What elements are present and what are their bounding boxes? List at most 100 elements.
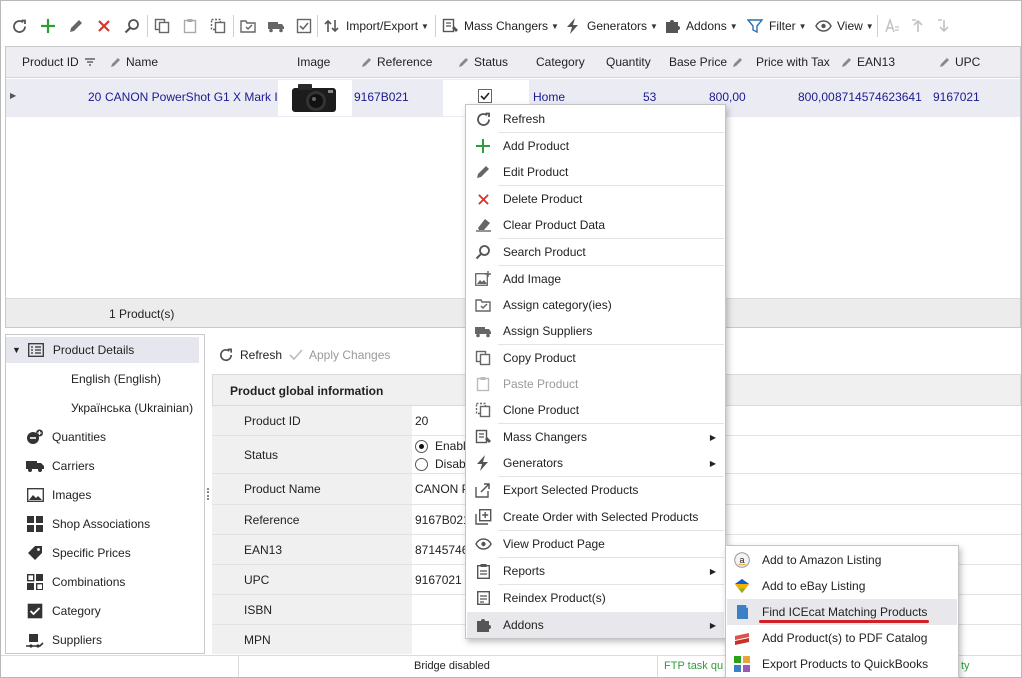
refresh-button[interactable] (10, 15, 28, 37)
menu-item-reports[interactable]: Reports ▶ (467, 558, 724, 584)
mass-changers-icon (441, 17, 459, 35)
tree-item-shop-associations[interactable]: Shop Associations (26, 511, 150, 537)
tree-item-specific-prices[interactable]: Specific Prices (26, 540, 131, 566)
menu-item-refresh[interactable]: Refresh (467, 106, 724, 132)
tree-label: English (English) (71, 372, 162, 386)
product-name-value[interactable]: CANON P (415, 474, 470, 504)
menu-item-addons[interactable]: Addons ▶ (467, 612, 724, 638)
menu-item-view-product-page[interactable]: View Product Page (467, 531, 724, 557)
font-size-button[interactable] (883, 15, 901, 37)
tree-label: Specific Prices (52, 546, 131, 560)
approve-button[interactable] (295, 15, 313, 37)
cell-upc[interactable]: 9167021 (933, 90, 980, 104)
apply-changes-button[interactable]: Apply Changes (289, 344, 390, 366)
column-header-name[interactable]: Name (110, 55, 158, 69)
cell-category[interactable]: Home (533, 90, 565, 104)
assign-category-button[interactable] (239, 15, 257, 37)
cell-base-price[interactable]: 800,00 (709, 90, 746, 104)
column-header-category[interactable]: Category (536, 55, 585, 69)
check-icon (480, 92, 490, 101)
menu-item-assign-suppliers[interactable]: Assign Suppliers (467, 318, 724, 344)
add-button[interactable] (39, 15, 57, 37)
submenu-item-ebay[interactable]: Add to eBay Listing (727, 573, 957, 599)
paste-button[interactable] (181, 15, 199, 37)
clone-button[interactable] (209, 15, 227, 37)
move-up-button[interactable] (909, 15, 927, 37)
menu-item-reindex[interactable]: Reindex Product(s) (467, 585, 724, 611)
cell-reference[interactable]: 9167B021 (354, 90, 409, 104)
cell-price-with-tax[interactable]: 800,00 (798, 90, 835, 104)
move-down-button[interactable] (935, 15, 953, 37)
column-header-reference[interactable]: Reference (361, 55, 432, 69)
menu-item-label: Addons (503, 618, 544, 632)
tree-item-ukrainian[interactable]: Українська (Ukrainian) (71, 395, 193, 421)
tree-item-product-details[interactable]: ▼ Product Details (6, 337, 199, 363)
submenu-item-amazon[interactable]: a Add to Amazon Listing (727, 547, 957, 573)
submenu-item-label: Export Products to QuickBooks (762, 657, 929, 671)
tree-item-suppliers[interactable]: Suppliers (26, 627, 102, 653)
submenu-item-pdf-catalog[interactable]: Add Product(s) to PDF Catalog (727, 625, 957, 651)
menu-item-add-image[interactable]: Add Image (467, 266, 724, 292)
puzzle-icon (663, 17, 681, 35)
cell-quantity[interactable]: 53 (643, 90, 656, 104)
menu-item-generators[interactable]: Generators ▶ (467, 450, 724, 476)
status-enabled-radio[interactable]: Enabl (415, 438, 466, 454)
cell-name[interactable]: CANON PowerShot G1 X Mark II (105, 90, 281, 104)
column-header-price-with-tax[interactable]: Price with Tax (756, 55, 830, 69)
submenu-item-quickbooks[interactable]: Export Products to QuickBooks (727, 651, 957, 677)
image-icon (26, 487, 44, 503)
tree-item-category[interactable]: Category (26, 598, 101, 624)
status-checkbox[interactable] (478, 89, 492, 103)
tree-item-carriers[interactable]: Carriers (26, 453, 95, 479)
menu-item-edit-product[interactable]: Edit Product (467, 159, 724, 185)
status-disabled-radio[interactable]: Disab (415, 456, 466, 472)
pencil-icon (940, 57, 949, 67)
tree-item-english[interactable]: English (English) (71, 366, 161, 392)
column-header-product-id[interactable]: Product ID (22, 55, 95, 69)
menu-item-copy-product[interactable]: Copy Product (467, 345, 724, 371)
menu-item-clear-product-data[interactable]: Clear Product Data (467, 212, 724, 238)
assign-suppliers-button[interactable] (267, 15, 285, 37)
column-header-status[interactable]: Status (458, 55, 508, 69)
generators-menu[interactable]: Generators ▼ (564, 15, 658, 37)
cell-ean13[interactable]: 8714574623641 (835, 90, 922, 104)
column-header-upc[interactable]: UPC (939, 55, 980, 69)
column-header-image[interactable]: Image (297, 55, 330, 69)
bridge-status: Bridge disabled (414, 660, 490, 672)
menu-item-mass-changers[interactable]: Mass Changers ▶ (467, 424, 724, 450)
menu-item-add-product[interactable]: Add Product (467, 133, 724, 159)
menu-item-export-selected[interactable]: Export Selected Products (467, 477, 724, 503)
view-menu[interactable]: View ▼ (814, 15, 874, 37)
edit-button[interactable] (67, 15, 85, 37)
chevron-down-icon: ▼ (551, 21, 559, 31)
addons-menu[interactable]: Addons ▼ (663, 15, 738, 37)
menu-item-create-order[interactable]: Create Order with Selected Products (467, 504, 724, 530)
cell-image[interactable] (278, 80, 352, 116)
column-header-ean13[interactable]: EAN13 (841, 55, 895, 69)
column-header-base-price[interactable]: Base Price (669, 55, 743, 69)
reference-value[interactable]: 9167B021 (415, 505, 470, 534)
menu-item-paste-product[interactable]: Paste Product (467, 371, 724, 397)
tree-item-quantities[interactable]: Quantities (26, 424, 106, 450)
cell-product-id[interactable]: 20 (88, 90, 101, 104)
menu-item-delete-product[interactable]: Delete Product (467, 186, 724, 212)
detail-refresh-button[interactable]: Refresh (218, 344, 282, 366)
filter-menu[interactable]: Filter ▼ (746, 15, 807, 37)
menu-item-assign-categories[interactable]: Assign category(ies) (467, 292, 724, 318)
chevron-right-icon: ▶ (709, 566, 716, 576)
mass-changers-menu[interactable]: Mass Changers ▼ (441, 15, 559, 37)
delete-button[interactable] (95, 15, 113, 37)
menu-item-clone-product[interactable]: Clone Product (467, 397, 724, 423)
assign-category-icon (472, 296, 494, 314)
upc-value[interactable]: 9167021 (415, 565, 462, 594)
tree-item-images[interactable]: Images (26, 482, 91, 508)
menu-item-search-product[interactable]: Search Product (467, 239, 724, 265)
product-id-value[interactable]: 20 (415, 406, 428, 435)
tree-item-combinations[interactable]: Combinations (26, 569, 125, 595)
search-button[interactable] (123, 15, 141, 37)
delete-icon (95, 17, 113, 35)
copy-button[interactable] (153, 15, 171, 37)
import-export-menu[interactable]: Import/Export ▼ (323, 15, 429, 37)
column-header-quantity[interactable]: Quantity (606, 55, 651, 69)
splitter-handle[interactable] (207, 488, 210, 500)
